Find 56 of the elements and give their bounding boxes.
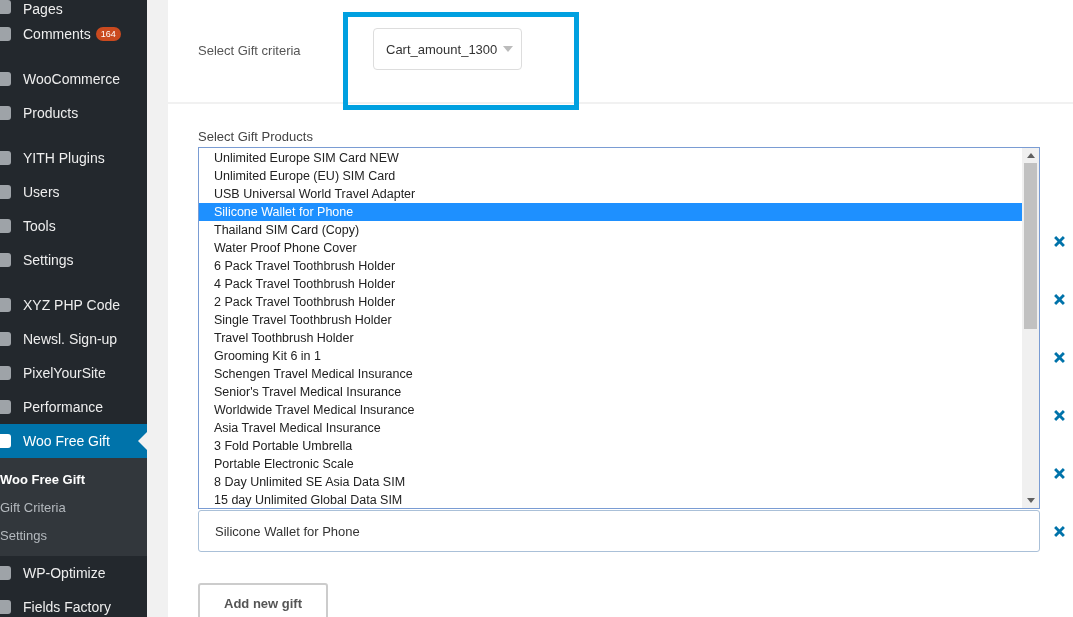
- menu-item[interactable]: WooCommerce: [0, 62, 147, 96]
- pointer-icon: [138, 432, 147, 450]
- menu-item[interactable]: Performance: [0, 390, 147, 424]
- scroll-down-icon[interactable]: [1026, 498, 1035, 503]
- menu-item[interactable]: Tools: [0, 209, 147, 243]
- product-option[interactable]: USB Universal World Travel Adapter: [199, 185, 1022, 203]
- product-option[interactable]: Portable Electronic Scale: [199, 455, 1022, 473]
- scroll-thumb[interactable]: [1024, 163, 1037, 329]
- product-option[interactable]: 6 Pack Travel Toothbrush Holder: [199, 257, 1022, 275]
- close-icon[interactable]: [1054, 467, 1065, 479]
- field-label: Select Gift Products: [198, 129, 314, 144]
- menu-item[interactable]: YITH Plugins: [0, 141, 147, 175]
- product-option[interactable]: Unlimited Europe SIM Card NEW: [199, 149, 1022, 167]
- close-icon[interactable]: [1054, 525, 1065, 537]
- menu-item[interactable]: Newsl. Sign-up: [0, 322, 147, 356]
- close-icon[interactable]: [1054, 351, 1065, 363]
- close-icon[interactable]: [1054, 235, 1065, 247]
- menu-item[interactable]: Comments 164: [0, 17, 147, 51]
- product-option[interactable]: Worldwide Travel Medical Insurance: [199, 401, 1022, 419]
- scroll-up-icon[interactable]: [1026, 153, 1035, 158]
- menu-item[interactable]: Products: [0, 96, 147, 130]
- count-badge: 164: [95, 27, 121, 41]
- caret-icon: [503, 46, 514, 52]
- product-option[interactable]: Single Travel Toothbrush Holder: [199, 311, 1022, 329]
- product-option[interactable]: Thailand SIM Card (Copy): [199, 221, 1022, 239]
- submenu-item[interactable]: Woo Free Gift: [0, 465, 147, 493]
- product-option[interactable]: Asia Travel Medical Insurance: [199, 419, 1022, 437]
- scrollbar[interactable]: [1022, 148, 1039, 508]
- menu-item[interactable]: Settings: [0, 243, 147, 277]
- submenu-item[interactable]: Settings: [0, 521, 147, 549]
- add-gift-button[interactable]: Add new gift: [198, 583, 328, 617]
- product-option[interactable]: 2 Pack Travel Toothbrush Holder: [199, 293, 1022, 311]
- menu-item[interactable]: Users: [0, 175, 147, 209]
- submenu-item[interactable]: Gift Criteria: [0, 493, 147, 521]
- product-option[interactable]: 4 Pack Travel Toothbrush Holder: [199, 275, 1022, 293]
- product-option[interactable]: Senior's Travel Medical Insurance: [199, 383, 1022, 401]
- product-option[interactable]: 8 Day Unlimited SE Asia Data SIM: [199, 473, 1022, 491]
- menu-item[interactable]: PixelYourSite: [0, 356, 147, 390]
- close-icon[interactable]: [1054, 293, 1065, 305]
- menu-item[interactable]: XYZ PHP Code: [0, 288, 147, 322]
- product-option[interactable]: Unlimited Europe (EU) SIM Card: [199, 167, 1022, 185]
- menu-item[interactable]: WP-Optimize: [0, 556, 147, 590]
- product-option[interactable]: Travel Toothbrush Holder: [199, 329, 1022, 347]
- product-option[interactable]: Grooming Kit 6 in 1: [199, 347, 1022, 365]
- gift-field[interactable]: Silicone Wallet for Phone: [198, 510, 1040, 552]
- product-option[interactable]: Water Proof Phone Cover: [199, 239, 1022, 257]
- product-option[interactable]: 15 day Unlimited Global Data SIM: [199, 491, 1022, 509]
- criteria-select[interactable]: Cart_amount_1300: [373, 28, 523, 70]
- product-option[interactable]: 3 Fold Portable Umbrella: [199, 437, 1022, 455]
- field-label: Select Gift criteria: [198, 43, 302, 58]
- product-listbox[interactable]: [198, 147, 1040, 509]
- menu-item[interactable]: Fields Factory: [0, 590, 147, 617]
- menu-item[interactable]: Pages: [0, 0, 147, 17]
- product-option[interactable]: Schengen Travel Medical Insurance: [199, 365, 1022, 383]
- menu-item[interactable]: Woo Free Gift: [0, 424, 147, 458]
- close-icon[interactable]: [1054, 409, 1065, 421]
